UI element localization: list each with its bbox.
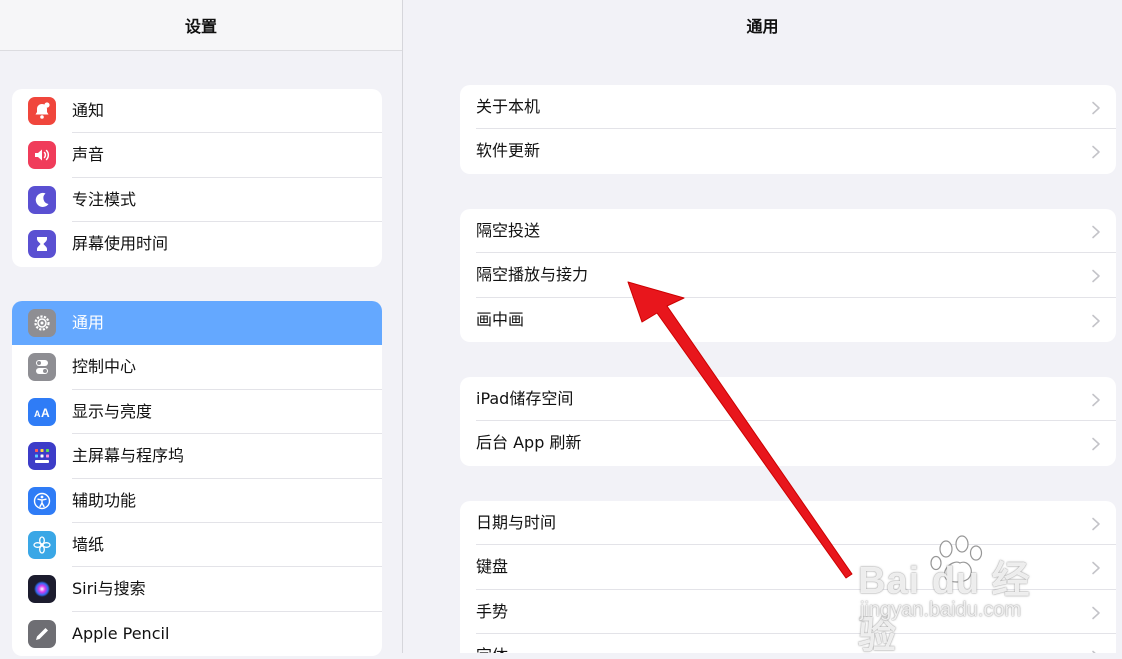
chevron-right-icon (1091, 144, 1101, 159)
settings-row[interactable]: iPad储存空间 (460, 377, 1116, 422)
sidebar-item-toggles[interactable]: 控制中心 (12, 345, 382, 390)
sidebar-item-label: Siri与搜索 (72, 579, 146, 599)
sidebar-item-label: 显示与亮度 (72, 401, 153, 421)
svg-text:A: A (41, 406, 50, 420)
settings-row-label: 后台 App 刷新 (476, 433, 582, 453)
main-group-storage: iPad储存空间 后台 App 刷新 (460, 377, 1116, 466)
chevron-right-icon (1091, 649, 1101, 653)
speaker-icon (28, 141, 56, 170)
sidebar-item-label: Apple Pencil (72, 623, 170, 643)
baidu-jingyan-watermark: Bai du 经验 jingyan.baidu.com (858, 535, 1068, 657)
watermark-url: jingyan.baidu.com (860, 599, 1022, 621)
chevron-right-icon (1091, 560, 1101, 575)
sidebar-item-label: 通用 (72, 313, 105, 332)
sidebar-item-label: 辅助功能 (72, 490, 137, 510)
flower-icon (28, 530, 56, 559)
moon-icon (28, 185, 56, 214)
chevron-right-icon (1091, 268, 1101, 283)
chevron-right-icon (1091, 436, 1101, 451)
sidebar-item-flower[interactable]: 墙纸 (12, 523, 382, 568)
sidebar-item-label: 专注模式 (72, 189, 137, 209)
text-size-icon: AA (28, 397, 56, 426)
settings-row[interactable]: 后台 App 刷新 (460, 421, 1116, 465)
settings-row-label: 字体 (476, 634, 508, 653)
settings-row-label: 键盘 (476, 557, 509, 577)
sidebar-item-moon[interactable]: 专注模式 (12, 178, 382, 223)
chevron-right-icon (1091, 516, 1101, 531)
sidebar-item-bell-badge[interactable]: 通知 (12, 89, 382, 134)
chevron-right-icon (1091, 100, 1101, 115)
sidebar-item-speaker[interactable]: 声音 (12, 133, 382, 178)
gear-icon (28, 309, 56, 337)
settings-row[interactable]: 隔空播放与接力 (460, 253, 1116, 298)
settings-row[interactable]: 软件更新 (460, 129, 1116, 173)
settings-row-label: 隔空投送 (476, 221, 541, 240)
svg-text:A: A (34, 409, 41, 419)
page-title: 通用 (746, 17, 779, 36)
main-group-airdrop: 隔空投送隔空播放与接力 画中画 (460, 209, 1116, 343)
settings-row-label: 关于本机 (476, 97, 541, 116)
sidebar-item-pencil[interactable]: Apple Pencil (12, 612, 382, 656)
sidebar-item-gear[interactable]: 通用 (12, 301, 382, 346)
settings-row[interactable]: 关于本机 (460, 85, 1116, 130)
chevron-right-icon (1091, 224, 1101, 239)
settings-row[interactable]: 画中画 (460, 298, 1116, 342)
sidebar-group-system: 通用控制中心 A A 显示与亮度主屏幕与程序坞 辅助功能墙纸 Siri与搜索 Apple P… (12, 301, 382, 657)
sidebar-item-app-grid[interactable]: 主屏幕与程序坞 (12, 434, 382, 479)
settings-row-label: 日期与时间 (476, 513, 557, 532)
toggles-icon (28, 353, 56, 382)
sidebar-item-hourglass[interactable]: 屏幕使用时间 (12, 222, 382, 266)
sidebar-item-label: 屏幕使用时间 (72, 234, 169, 254)
settings-row[interactable]: 隔空投送 (460, 209, 1116, 254)
sidebar-item-label: 主屏幕与程序坞 (72, 446, 185, 466)
settings-row-label: 画中画 (476, 309, 525, 329)
app-grid-icon (28, 442, 56, 471)
sidebar-item-label: 声音 (72, 145, 105, 165)
sidebar-title: 设置 (0, 0, 402, 51)
sidebar-item-text-size[interactable]: A A 显示与亮度 (12, 390, 382, 435)
sidebar-group-notifications: 通知声音专注模式屏幕使用时间 (12, 89, 382, 267)
sidebar-item-label: 控制中心 (72, 357, 137, 377)
chevron-right-icon (1091, 392, 1101, 407)
chevron-right-icon (1091, 605, 1101, 620)
settings-row-label: iPad储存空间 (476, 389, 574, 408)
main-group-about: 关于本机 软件更新 (460, 85, 1116, 174)
siri-icon (28, 575, 56, 604)
sidebar-item-label: 通知 (72, 101, 105, 120)
settings-row-label: 隔空播放与接力 (476, 265, 589, 285)
bell-badge-icon (28, 97, 56, 125)
chevron-right-icon (1091, 313, 1101, 328)
pencil-icon (28, 619, 56, 648)
settings-row-label: 手势 (476, 601, 509, 621)
accessibility-icon (28, 486, 56, 515)
settings-sidebar: 设置 通知声音专注模式屏幕使用时间 通用控制中心 A A 显示与亮度主屏幕与程序坞 辅助… (0, 0, 403, 657)
settings-row-label: 软件更新 (476, 141, 541, 161)
hourglass-icon (28, 230, 56, 259)
sidebar-item-accessibility[interactable]: 辅助功能 (12, 479, 382, 523)
sidebar-item-siri[interactable]: Siri与搜索 (12, 567, 382, 612)
sidebar-item-label: 墙纸 (72, 534, 105, 554)
